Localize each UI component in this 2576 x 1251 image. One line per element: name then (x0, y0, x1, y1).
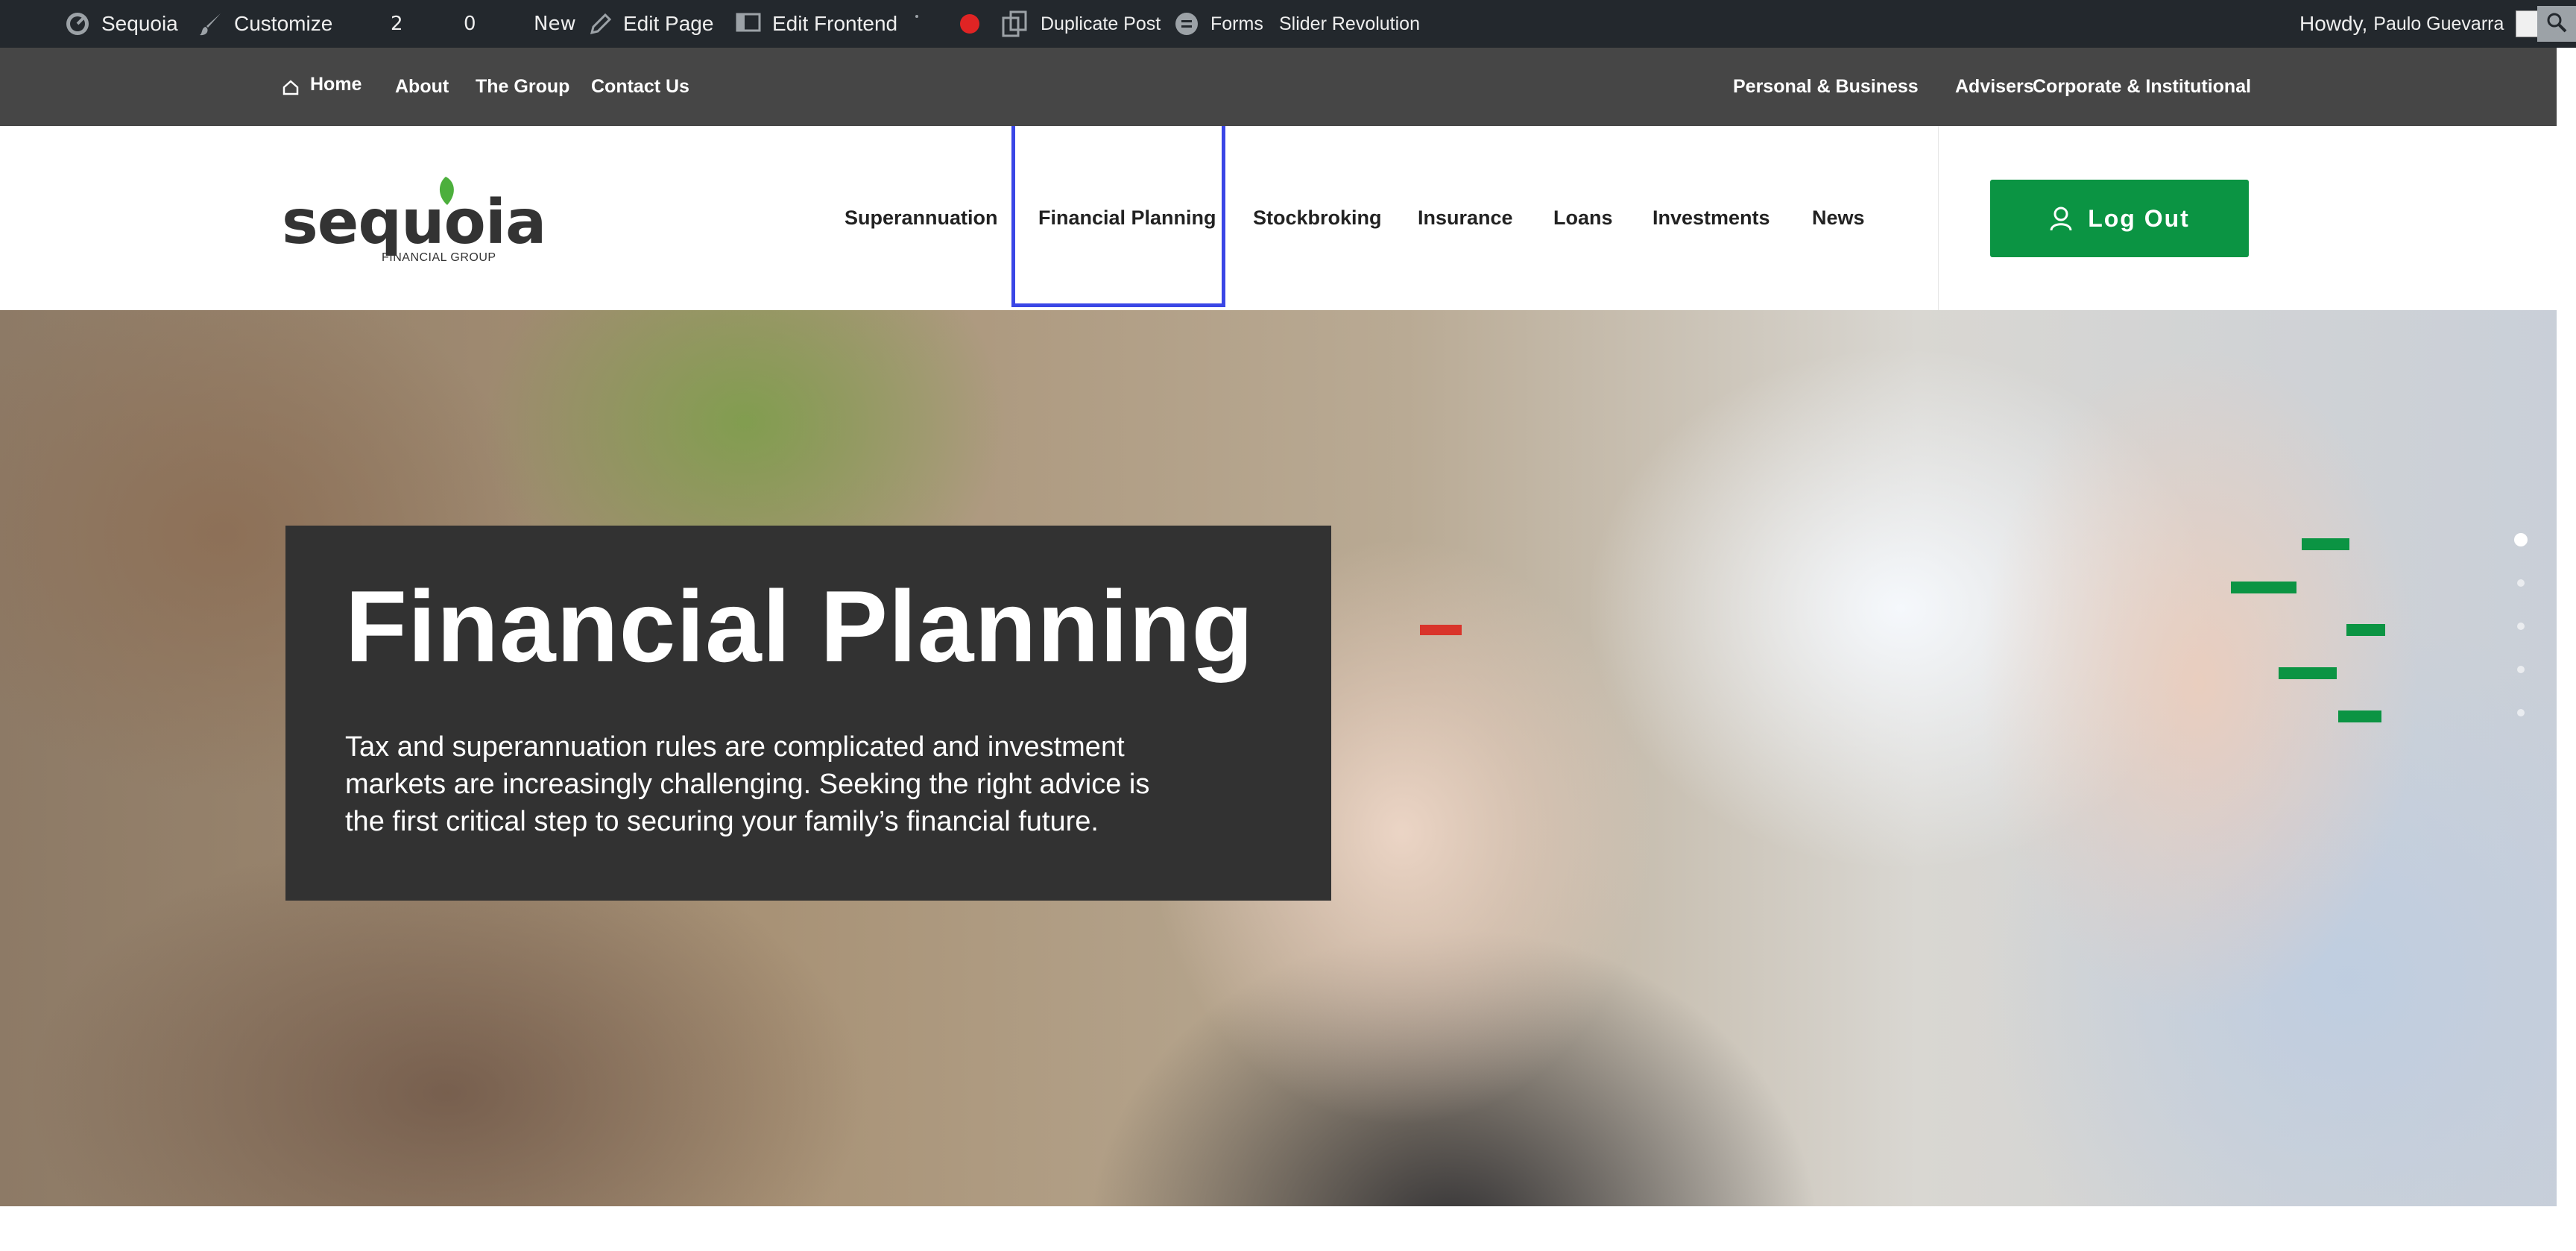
forms-link[interactable]: Forms (1173, 0, 1263, 48)
copy-icon (1000, 9, 1030, 39)
recording-indicator[interactable] (960, 0, 979, 48)
duplicate-post-label: Duplicate Post (1041, 13, 1161, 34)
nav-news-label: News (1812, 207, 1865, 229)
slider-revolution-label: Slider Revolution (1279, 13, 1420, 34)
hero-title: Financial Planning (345, 570, 1254, 683)
log-out-button[interactable]: Log Out (1990, 180, 2249, 257)
nav-superannuation-label: Superannuation (845, 207, 998, 229)
home-icon (282, 78, 300, 96)
nav-loans-label: Loans (1553, 207, 1613, 229)
slide-dot-3[interactable] (2517, 623, 2525, 630)
nav-stockbroking[interactable]: Stockbroking (1253, 126, 1382, 310)
slider-hotspot[interactable] (2231, 582, 2296, 593)
edit-page-label: Edit Page (623, 12, 714, 35)
forms-icon (1173, 10, 1200, 37)
new-label: New (534, 13, 576, 35)
customize-link[interactable]: Customize (198, 0, 332, 48)
edit-page-link[interactable]: Edit Page (589, 0, 713, 48)
utility-home-label: Home (310, 74, 362, 95)
logo-tagline: FINANCIAL GROUP (382, 251, 496, 264)
duplicate-post-link[interactable]: Duplicate Post (1000, 0, 1161, 48)
slide-dot-1[interactable] (2514, 533, 2528, 546)
slider-hotspot[interactable] (2279, 667, 2337, 679)
utility-personal-business-link[interactable]: Personal & Business (1733, 48, 1919, 126)
search-icon (2545, 11, 2568, 37)
slide-dot-5[interactable] (2517, 709, 2525, 716)
slide-dot-2[interactable] (2517, 579, 2525, 587)
nav-loans[interactable]: Loans (1553, 126, 1613, 310)
slider-hotspot[interactable] (2302, 538, 2349, 550)
pencil-icon (589, 12, 613, 36)
nav-superannuation[interactable]: Superannuation (845, 126, 998, 310)
utility-corporate-label: Corporate & Institutional (2033, 76, 2252, 97)
forms-label: Forms (1210, 13, 1263, 34)
howdy-label: Howdy, (2299, 12, 2368, 35)
utility-the-group-link[interactable]: The Group (476, 48, 569, 126)
utility-advisers-link[interactable]: Advisers (1955, 48, 2034, 126)
nav-insurance-label: Insurance (1418, 207, 1513, 229)
header-divider (1938, 126, 1939, 310)
edit-frontend-link[interactable]: Edit Frontend (735, 0, 897, 48)
utility-about-link[interactable]: About (395, 48, 449, 126)
site-logo[interactable]: sequoia FINANCIAL GROUP (282, 175, 546, 265)
customize-label: Customize (234, 12, 333, 35)
slider-revolution-link[interactable]: Slider Revolution (1279, 0, 1420, 48)
slider-marker (1420, 625, 1462, 635)
nav-news[interactable]: News (1812, 126, 1865, 310)
site-menu[interactable]: Sequoia (64, 0, 178, 48)
utility-contact-link[interactable]: Contact Us (591, 48, 689, 126)
utility-home-link[interactable]: Home (282, 48, 362, 126)
dashboard-icon (64, 10, 91, 37)
monitor-icon (735, 12, 762, 36)
user-icon (2049, 206, 2073, 231)
spinner-indicator (915, 0, 918, 48)
hero-text: Tax and superannuation rules are complic… (345, 731, 1150, 837)
edit-frontend-label: Edit Frontend (772, 12, 898, 35)
nav-stockbroking-label: Stockbroking (1253, 207, 1382, 229)
user-name: Paulo Guevarra (2373, 13, 2504, 34)
site-header: sequoia FINANCIAL GROUP Superannuation F… (0, 126, 2557, 311)
utility-bar: Home About The Group Contact Us Personal… (0, 48, 2557, 126)
search-button[interactable] (2537, 6, 2576, 42)
hero-slider: Financial Planning Tax and superannuatio… (0, 310, 2557, 1206)
comments-link[interactable]: 0 (464, 0, 476, 48)
slider-hotspot[interactable] (2346, 624, 2385, 636)
utility-contact-label: Contact Us (591, 76, 689, 97)
hero-caption-box: Financial Planning Tax and superannuatio… (285, 526, 1331, 901)
slide-dot-4[interactable] (2517, 666, 2525, 673)
dot-icon (915, 15, 918, 18)
utility-corporate-link[interactable]: Corporate & Institutional (2033, 48, 2251, 126)
utility-personal-business-label: Personal & Business (1733, 76, 1919, 97)
record-icon (960, 14, 979, 34)
nav-investments[interactable]: Investments (1652, 126, 1770, 310)
updates-link[interactable]: 2 (391, 0, 403, 48)
nav-insurance[interactable]: Insurance (1418, 126, 1513, 310)
nav-investments-label: Investments (1652, 207, 1770, 229)
account-menu[interactable]: Howdy, Paulo Guevarra (2299, 0, 2543, 48)
admin-bar: Sequoia Customize 2 0 New Edit Page Edit… (0, 0, 2576, 48)
brush-icon (198, 11, 224, 37)
slider-hotspot[interactable] (2338, 710, 2381, 722)
utility-the-group-label: The Group (476, 76, 570, 97)
utility-advisers-label: Advisers (1955, 76, 2034, 97)
logo-wordmark: sequoia (282, 187, 546, 258)
log-out-label: Log Out (2088, 204, 2190, 232)
updates-count: 2 (391, 13, 403, 35)
utility-about-label: About (395, 76, 449, 97)
comments-count: 0 (464, 13, 476, 35)
site-name: Sequoia (101, 12, 178, 35)
active-nav-highlight (1011, 126, 1225, 307)
new-content-link[interactable]: New (534, 0, 576, 48)
